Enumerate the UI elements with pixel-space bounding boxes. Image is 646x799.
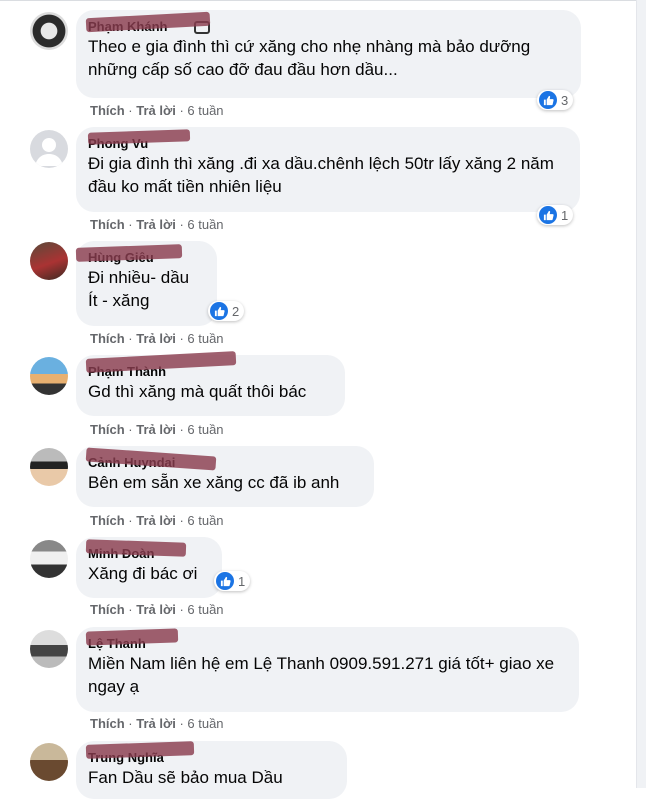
commenter-name[interactable]: Trung Nghĩa (85, 741, 335, 766)
commenter-name[interactable]: Minh Đoàn (85, 539, 210, 562)
reply-link[interactable]: Trả lời (136, 422, 176, 437)
scrollbar[interactable] (636, 0, 646, 788)
comment-time[interactable]: 6 tuần (187, 103, 223, 118)
reply-link[interactable]: Trả lời (136, 217, 176, 232)
reply-link[interactable]: Trả lời (136, 716, 176, 731)
reaction-count[interactable]: 1 (537, 205, 574, 225)
comment-actions: Thích · Trả lời · 6 tuần (90, 422, 224, 437)
comment-bubble: Hùng Giêu Đi nhiều- dầu Ít - xăng (75, 241, 217, 326)
reaction-number: 2 (232, 303, 240, 319)
comment-actions: Thích · Trả lời · 6 tuần (90, 716, 224, 731)
reaction-count[interactable]: 1 (214, 571, 251, 591)
reaction-count[interactable]: 3 (537, 90, 574, 110)
reaction-number: 1 (561, 207, 569, 223)
comment-actions: Thích · Trả lời · 6 tuần (90, 513, 224, 528)
commenter-name[interactable]: Hùng Giêu (75, 244, 205, 266)
reply-link[interactable]: Trả lời (136, 103, 176, 118)
thumbs-up-icon (216, 572, 234, 590)
name-redaction (85, 628, 179, 646)
like-link[interactable]: Thích (90, 602, 125, 617)
commenter-name[interactable]: Cảnh Huyndai (85, 447, 362, 471)
comment-text: Đi nhiều- dầu Ít - xăng (88, 268, 190, 310)
avatar[interactable] (30, 12, 68, 50)
commenter-name[interactable]: Phạm Thành (85, 351, 333, 380)
like-link[interactable]: Thích (90, 716, 125, 731)
thumbs-up-icon (539, 91, 557, 109)
comment-text: Xăng đi bác ơi (88, 564, 198, 583)
avatar[interactable] (30, 357, 68, 395)
comment-bubble: Phạm Thành Gd thì xăng mà quất thôi bác (76, 351, 345, 416)
comment-bubble: Minh Đoàn Xăng đi bác ơi (76, 537, 222, 598)
commenter-name[interactable]: Phạm Khánh (85, 11, 569, 35)
reply-link[interactable]: Trả lời (136, 331, 176, 346)
comment-time[interactable]: 6 tuần (187, 217, 223, 232)
comment-actions: Thích · Trả lời · 6 tuần (90, 103, 224, 118)
reaction-number: 1 (238, 573, 246, 589)
comment-bubble: Cảnh Huyndai Bên em sẵn xe xăng cc đã ib… (76, 446, 374, 507)
comment-text: Bên em sẵn xe xăng cc đã ib anh (88, 473, 340, 492)
comment-bubble: Phong Vu Đi gia đình thì xăng .đi xa dầu… (76, 127, 580, 212)
reaction-count[interactable]: 2 (208, 301, 245, 321)
name-redaction (75, 244, 183, 262)
reaction-number: 3 (561, 92, 569, 108)
comment-text: Miền Nam liên hệ em Lệ Thanh 0909.591.27… (88, 654, 555, 696)
thumbs-up-icon (539, 206, 557, 224)
like-link[interactable]: Thích (90, 513, 125, 528)
comment-bubble: Lệ Thanh Miền Nam liên hệ em Lệ Thanh 09… (76, 627, 579, 712)
thumbs-up-icon (210, 302, 228, 320)
comment-actions: Thích · Trả lời · 6 tuần (90, 602, 224, 617)
avatar[interactable] (30, 448, 68, 486)
reply-link[interactable]: Trả lời (136, 602, 176, 617)
like-link[interactable]: Thích (90, 331, 125, 346)
comment-text: Đi gia đình thì xăng .đi xa dầu.chênh lệ… (88, 154, 554, 196)
comment-actions: Thích · Trả lời · 6 tuần (90, 217, 224, 232)
like-link[interactable]: Thích (90, 422, 125, 437)
commenter-name[interactable]: Lệ Thanh (85, 628, 567, 652)
comment-time[interactable]: 6 tuần (187, 331, 223, 346)
name-redaction (87, 129, 191, 145)
avatar[interactable] (30, 130, 68, 168)
comment-time[interactable]: 6 tuần (187, 602, 223, 617)
comment-actions: Thích · Trả lời · 6 tuần (90, 331, 224, 346)
like-link[interactable]: Thích (90, 103, 125, 118)
avatar[interactable] (30, 540, 68, 578)
avatar[interactable] (30, 743, 68, 781)
comment-time[interactable]: 6 tuần (187, 513, 223, 528)
comment-time[interactable]: 6 tuần (187, 422, 223, 437)
like-link[interactable]: Thích (90, 217, 125, 232)
comment-time[interactable]: 6 tuần (187, 716, 223, 731)
comment-bubble: Phạm Khánh Theo e gia đình thì cứ xăng c… (76, 10, 581, 98)
avatar[interactable] (30, 242, 68, 280)
comment-bubble: Trung Nghĩa Fan Dầu sẽ bảo mua Dầu (76, 741, 347, 799)
top-divider (0, 0, 646, 1)
commenter-name[interactable]: Phong Vu (87, 129, 568, 152)
comment-text: Gd thì xăng mà quất thôi bác (88, 382, 307, 401)
comment-text: Theo e gia đình thì cứ xăng cho nhẹ nhàn… (88, 37, 531, 79)
avatar[interactable] (30, 630, 68, 668)
comment-text: Fan Dầu sẽ bảo mua Dầu (88, 768, 283, 787)
reply-link[interactable]: Trả lời (136, 513, 176, 528)
default-avatar-icon (35, 138, 63, 166)
name-redaction (85, 741, 195, 759)
